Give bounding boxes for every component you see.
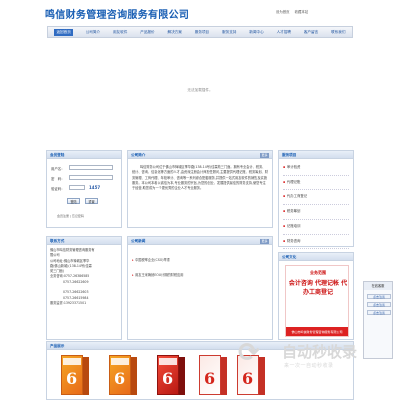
captcha-image[interactable]: 1457	[89, 185, 100, 190]
service-item[interactable]: 税务筹划	[283, 205, 349, 220]
company-intro-panel: 公司简介 更多 鸣信财务公司位于佛山市禅城区季华路(138-14号)佳霖苑三门面…	[127, 150, 273, 228]
member-login-panel: 会员登陆 用户名： 密 码： 验证码： 1457 登陆 重置 会员注册 | 忘记…	[46, 150, 122, 228]
news-more-link[interactable]: 更多	[259, 238, 269, 244]
register-forgot-links[interactable]: 会员注册 | 忘记密码	[57, 214, 84, 218]
nav-item-solutions[interactable]: 解决方案	[168, 30, 182, 35]
main-nav: 返回首页 公司简介 用友软件 产品报价 解决方案 服务项目 服务支持 新闻中心 …	[47, 26, 353, 38]
top-links: 设为首页 收藏本站	[276, 9, 312, 14]
nav-item-news[interactable]: 新闻中心	[249, 30, 263, 35]
news-item[interactable]: 用友王米铸就EOU计期的财税应用	[132, 268, 268, 283]
product-version: 6	[114, 369, 126, 388]
services-title: 服务项目	[279, 151, 353, 159]
news-item[interactable]: 中国税率企业(CSO)举重	[132, 253, 268, 268]
username-label: 用户名：	[51, 167, 65, 171]
culture-footer-text: 佛山市鸣信财务管理咨询服务有限公司	[291, 330, 343, 334]
username-input[interactable]	[69, 165, 113, 170]
product-box[interactable]: 6	[109, 355, 139, 395]
product-box[interactable]: 6	[157, 355, 187, 395]
contact-panel: 联系方式 佛山市鸣信财务管理咨询服务有 限公司 公司地址:佛山市禅城区季华 路(…	[46, 236, 122, 340]
reset-button[interactable]: 重置	[85, 198, 98, 204]
product-box[interactable]: 6	[61, 355, 91, 395]
intro-more-link[interactable]: 更多	[259, 152, 269, 158]
nav-item-home[interactable]: 返回首页	[54, 28, 73, 36]
services-list: 审计验资 代理记账 代办工商登记 税务筹划 记账培训 财务咨询 用友软件	[279, 159, 353, 266]
news-list: 中国税率企业(CSO)举重 用友王米铸就EOU计期的财税应用	[128, 245, 272, 291]
culture-title: 公司文化	[279, 253, 353, 261]
watermark-brand: 自动秒收录	[282, 343, 358, 361]
captcha-label: 验证码：	[51, 187, 65, 191]
product-version: 6	[204, 369, 216, 388]
login-title: 会员登陆	[47, 151, 121, 159]
company-news-panel: 公司新闻 更多 中国税率企业(CSO)举重 用友王米铸就EOU计期的财税应用	[127, 236, 273, 340]
nav-item-about[interactable]: 公司简介	[86, 30, 100, 35]
nav-item-pricing[interactable]: 产品报价	[140, 30, 154, 35]
watermark-overlay: ⟳ 自动秒收录 来一次一自动秒收录	[238, 337, 384, 375]
add-favorite-link[interactable]: 收藏本站	[295, 10, 309, 14]
password-label: 密 码：	[51, 177, 65, 181]
nav-item-support[interactable]: 服务支持	[222, 30, 236, 35]
password-input[interactable]	[69, 175, 113, 180]
nav-item-contact[interactable]: 联系我们	[331, 30, 345, 35]
news-title: 公司新闻	[128, 237, 272, 245]
culture-headline: 会计咨询 代理记帐 代办工商登记	[288, 280, 348, 296]
service-item[interactable]: 代办工商登记	[283, 190, 349, 206]
product-label-strip	[111, 358, 129, 365]
intro-text: 鸣信财务公司位于佛山市禅城区季华路(138-14号)佳霖苑三门面。拥有专业会计、…	[132, 165, 268, 191]
contact-title: 联系方式	[47, 237, 121, 245]
nav-item-jobs[interactable]: 人才招聘	[277, 30, 291, 35]
product-box[interactable]: 6	[199, 355, 229, 395]
services-panel: 服务项目 审计验资 代理记账 代办工商登记 税务筹划 记账培训 财务咨询 用友软…	[278, 150, 354, 264]
product-version: 6	[66, 369, 78, 388]
online-service-title: 在线客服	[364, 282, 392, 290]
watermark-logo-icon: ⟳	[238, 338, 260, 368]
product-side	[221, 357, 227, 395]
product-version: 6	[162, 369, 174, 388]
qq-chat-button[interactable]: 点击洽谈	[367, 310, 391, 315]
product-label-strip	[159, 358, 177, 365]
contact-line: 服务监督:13923371501	[50, 300, 87, 305]
product-side	[131, 357, 137, 395]
login-button[interactable]: 登陆	[67, 198, 80, 204]
set-homepage-link[interactable]: 设为首页	[276, 10, 290, 14]
contact-details: 佛山市鸣信财务管理咨询服务有 限公司 公司地址:佛山市禅城区季华 路(佛山新城)…	[47, 245, 121, 309]
qq-chat-button[interactable]: 点击洽谈	[367, 302, 391, 307]
service-item[interactable]: 审计验资	[283, 161, 349, 176]
service-item[interactable]: 财务咨询	[283, 235, 349, 250]
product-side	[179, 357, 185, 395]
intro-title: 公司简介	[128, 151, 272, 159]
watermark-tagline: 来一次一自动秒收录	[284, 363, 334, 369]
site-logo[interactable]: 鸣信财务管理咨询服务有限公司	[45, 6, 189, 21]
product-side	[83, 357, 89, 395]
service-item[interactable]: 记账培训	[283, 220, 349, 235]
captcha-input[interactable]	[69, 185, 85, 190]
nav-item-feedback[interactable]: 客户留言	[304, 30, 318, 35]
culture-badge: 业务范围	[310, 270, 326, 275]
nav-item-software[interactable]: 用友软件	[113, 30, 127, 35]
company-culture-panel: 公司文化 业务范围 会计咨询 代理记帐 代办工商登记 佛山市鸣信财务管理咨询服务…	[278, 252, 354, 340]
culture-banner-image[interactable]: 业务范围 会计咨询 代理记帐 代办工商登记 佛山市鸣信财务管理咨询服务有限公司	[285, 265, 349, 337]
nav-item-services[interactable]: 服务项目	[195, 30, 209, 35]
product-label-strip	[63, 358, 81, 365]
qq-chat-button[interactable]: 点击洽谈	[367, 294, 391, 299]
plugin-error-message: 无法加载插件。	[187, 88, 213, 92]
service-item[interactable]: 代理记账	[283, 176, 349, 191]
